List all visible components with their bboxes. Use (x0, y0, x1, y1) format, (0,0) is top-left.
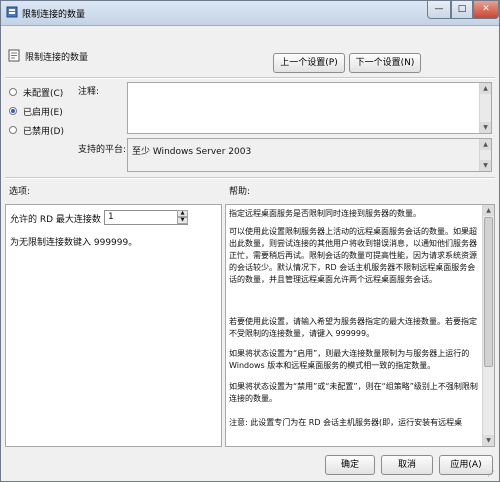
scroll-down-icon[interactable]: ▼ (483, 435, 494, 446)
enabled-radio[interactable] (9, 107, 17, 115)
supported-platform-field: 至少 Windows Server 2003 ▲ ▼ (127, 138, 492, 172)
help-paragraph: 如果将状态设置为“禁用”或“未配置”，则在“组策略”级别上不强制限制连接的数量。 (229, 382, 478, 403)
help-paragraph: 若要使用此设置，请输入希望为服务器指定的最大连接数量。若要指定不受限制的连接数量… (229, 317, 477, 338)
help-scrollbar[interactable]: ▲ ▼ (482, 205, 494, 446)
platform-value: 至少 Windows Server 2003 (132, 147, 252, 157)
scroll-up-icon[interactable]: ▲ (480, 83, 491, 94)
scroll-up-icon[interactable]: ▲ (480, 139, 491, 150)
scroll-down-icon[interactable]: ▼ (480, 122, 491, 133)
title-bar[interactable]: 限制连接的数量 — □ ✕ (1, 1, 499, 26)
minimize-button[interactable]: — (427, 1, 451, 19)
help-paragraph: 指定远程桌面服务是否限制同时连接到服务器的数量。 (229, 209, 421, 218)
platform-scrollbar[interactable]: ▲ ▼ (479, 139, 491, 171)
cancel-button[interactable]: 取消 (381, 455, 433, 475)
help-section-label: 帮助: (229, 187, 251, 197)
platform-label: 支持的平台: (78, 145, 127, 155)
comment-textarea[interactable]: ▲ ▼ (127, 82, 492, 134)
help-panel: 指定远程桌面服务是否限制同时连接到服务器的数量。 可以使用此设置限制服务器上活动… (225, 204, 495, 447)
comment-scrollbar[interactable]: ▲ ▼ (479, 83, 491, 133)
scroll-up-icon[interactable]: ▲ (483, 205, 494, 216)
max-connections-label: 允许的 RD 最大连接数 (10, 215, 101, 225)
close-button[interactable]: ✕ (473, 1, 499, 19)
max-connections-spinner[interactable]: ▲ ▼ (177, 210, 188, 225)
disabled-label[interactable]: 已禁用(D) (23, 124, 64, 137)
previous-setting-button[interactable]: 上一个设置(P) (273, 53, 345, 73)
header-divider (5, 77, 495, 79)
comment-label: 注释: (78, 87, 100, 97)
enabled-label[interactable]: 已启用(E) (23, 105, 63, 118)
scroll-down-icon[interactable]: ▼ (480, 160, 491, 171)
policy-dialog-window: 限制连接的数量 — □ ✕ 限制连接的数量 上一个设置(P) 下一个设置(N) … (0, 0, 500, 482)
spin-down-icon[interactable]: ▼ (177, 217, 188, 224)
not-configured-radio[interactable] (9, 88, 17, 96)
next-setting-button[interactable]: 下一个设置(N) (349, 53, 421, 73)
max-connections-input[interactable]: 1 (104, 210, 188, 225)
apply-button[interactable]: 应用(A) (439, 455, 493, 475)
policy-setting-icon (8, 49, 20, 62)
max-connections-value: 1 (108, 212, 114, 222)
help-paragraph: 注意: 此设置专门为在 RD 会话主机服务器(即，运行安装有远程桌 (229, 418, 463, 427)
window-title: 限制连接的数量 (22, 10, 86, 20)
resize-grip-icon[interactable]: ⋰ (487, 469, 497, 479)
maximize-button[interactable]: □ (451, 1, 473, 19)
disabled-radio[interactable] (9, 126, 17, 134)
unlimited-hint: 为无限制连接数键入 999999。 (10, 238, 138, 248)
options-section-label: 选项: (9, 187, 31, 197)
policy-title: 限制连接的数量 (25, 53, 89, 63)
help-paragraph: 如果将状态设置为“启用”，则最大连接数量限制为与服务器上运行的 Windows … (229, 349, 470, 370)
not-configured-label[interactable]: 未配置(C) (23, 86, 63, 99)
help-scroll-thumb[interactable] (484, 217, 493, 367)
ok-button[interactable]: 确定 (325, 455, 375, 475)
spin-up-icon[interactable]: ▲ (177, 210, 188, 217)
policy-window-icon (6, 6, 18, 18)
help-paragraph: 可以使用此设置限制服务器上活动的远程桌面服务会话的数量。如果超出此数量，则尝试连… (229, 227, 477, 284)
body-divider (5, 177, 495, 179)
